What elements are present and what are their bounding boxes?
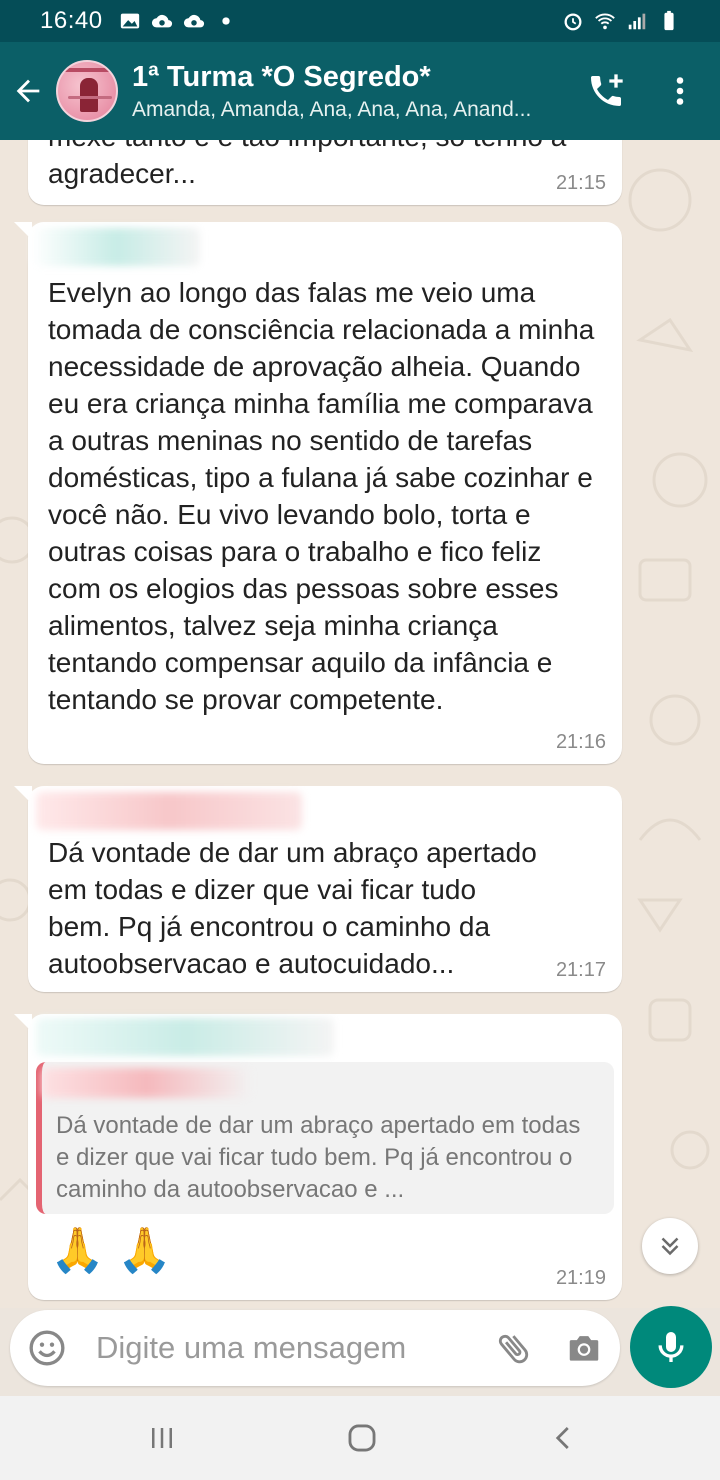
dot-icon — [221, 17, 230, 25]
scroll-to-bottom-button[interactable] — [642, 1218, 698, 1274]
status-time: 16:40 — [40, 7, 103, 34]
home-icon — [348, 1424, 376, 1452]
group-info[interactable]: 1ª Turma *O Segredo* Amanda, Amanda, Ana… — [132, 61, 582, 122]
signal-icon — [628, 13, 646, 30]
message-time: 21:15 — [555, 172, 606, 194]
status-bar: 16:40 — [0, 0, 720, 42]
group-members: Amanda, Amanda, Ana, Ana, Ana, Anand... — [132, 97, 532, 121]
camera-button[interactable] — [556, 1310, 612, 1386]
microphone-icon — [658, 1332, 684, 1362]
sender-name-redacted — [32, 228, 200, 266]
quoted-sender-redacted — [42, 1068, 252, 1098]
message-bubble[interactable]: Dá vontade de dar um abraço apertado em … — [14, 1014, 622, 1300]
message-time: 21:17 — [555, 959, 606, 981]
add-call-icon — [591, 74, 623, 106]
arrow-back-icon — [16, 79, 40, 103]
message-text: Evelyn ao longo das falas me veio uma to… — [48, 277, 595, 715]
message-bubble[interactable]: Dá vontade de dar um abraço apertado em … — [14, 786, 622, 992]
quoted-message[interactable]: Dá vontade de dar um abraço apertado em … — [36, 1062, 614, 1214]
wifi-icon — [595, 13, 615, 30]
message-time: 21:19 — [555, 1267, 606, 1289]
chat-header: 1ª Turma *O Segredo* Amanda, Amanda, Ana… — [0, 42, 720, 140]
emoji-button[interactable] — [10, 1310, 84, 1386]
message-bubble[interactable]: Evelyn ao longo das falas me veio uma to… — [14, 222, 622, 764]
message-input[interactable]: Digite uma mensagem — [96, 1330, 406, 1366]
cloud-sync-icon — [151, 14, 172, 28]
recent-apps-icon — [152, 1428, 172, 1448]
battery-icon — [664, 10, 674, 31]
gallery-icon — [120, 13, 139, 29]
message-text-partial: mexe tanto e é tão importante, só tenho … — [48, 140, 602, 155]
chat-area[interactable]: mexe tanto e é tão importante, só tenho … — [0, 140, 720, 1308]
more-options-button[interactable] — [652, 42, 708, 140]
message-text: agradecer... — [48, 158, 196, 189]
message-composer[interactable]: Digite uma mensagem — [10, 1310, 620, 1386]
add-call-button[interactable] — [578, 42, 634, 140]
group-title: 1ª Turma *O Segredo* — [132, 60, 431, 93]
back-nav-button[interactable] — [524, 1396, 604, 1480]
sender-name-redacted — [36, 1018, 334, 1056]
alarm-icon — [564, 13, 582, 31]
back-button[interactable] — [0, 42, 56, 140]
attach-button[interactable] — [484, 1310, 544, 1386]
sender-name-redacted — [36, 792, 302, 830]
emoji-icon — [29, 1330, 65, 1366]
message-bubble[interactable]: mexe tanto e é tão importante, só tenho … — [28, 140, 622, 205]
more-options-icon — [676, 77, 684, 105]
back-chevron-icon — [555, 1427, 569, 1449]
voice-message-button[interactable] — [630, 1306, 712, 1388]
message-time: 21:16 — [555, 731, 606, 753]
group-avatar[interactable] — [56, 60, 118, 122]
message-text: 🙏 🙏 — [50, 1226, 172, 1275]
home-button[interactable] — [322, 1396, 402, 1480]
double-chevron-down-icon — [661, 1237, 679, 1256]
camera-icon — [569, 1336, 599, 1361]
recent-apps-button[interactable] — [122, 1396, 202, 1480]
paperclip-icon — [498, 1334, 529, 1364]
cloud-sync-icon — [183, 14, 204, 28]
system-navigation-bar — [0, 1396, 720, 1480]
